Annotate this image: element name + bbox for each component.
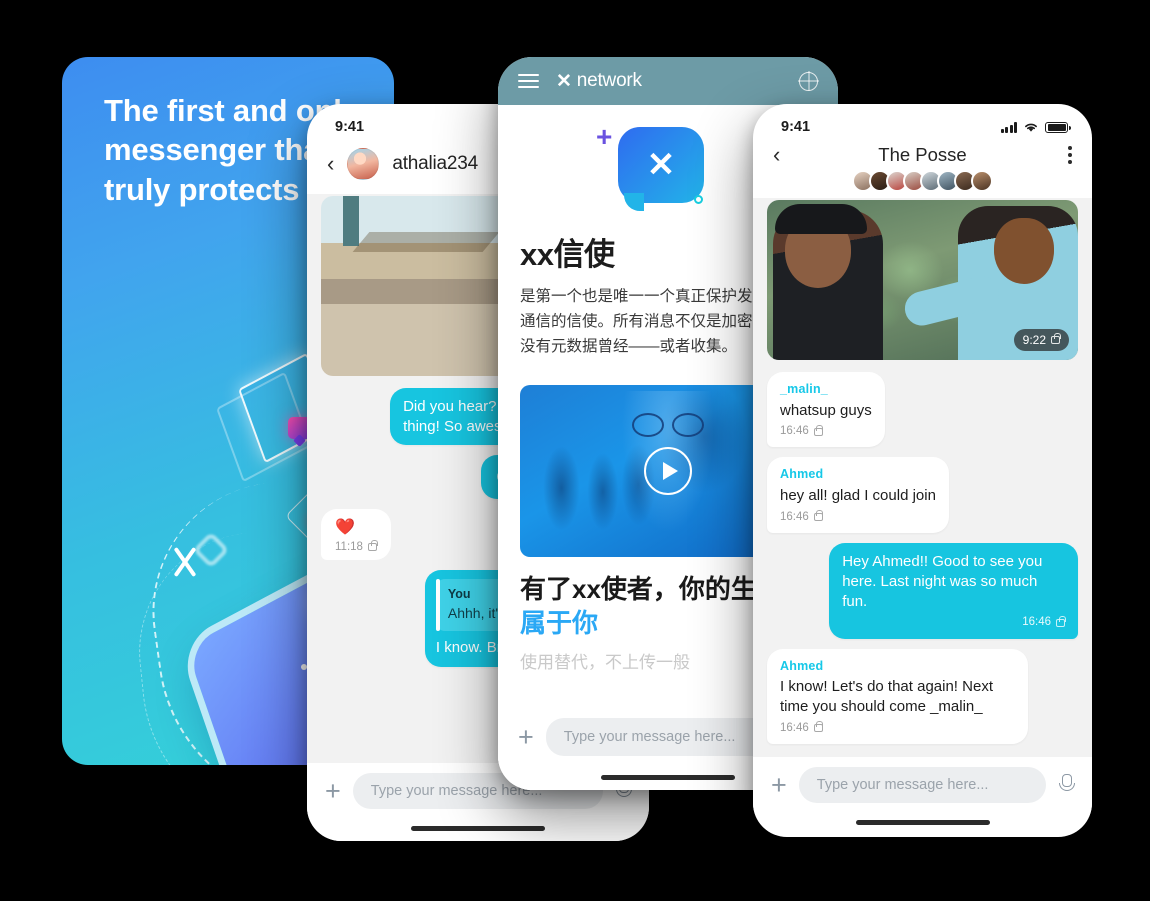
incoming-bubble[interactable]: Ahmed I know! Let's do that again! Next …: [767, 648, 1029, 744]
message-input-bar: + Type your message here...: [753, 757, 1092, 809]
glasses-icon: [632, 413, 704, 438]
message-list[interactable]: 9:22 _malin_ whatsup guys 16:46 Ahmed he…: [753, 198, 1092, 757]
logo-glyph: ✕: [646, 146, 676, 184]
status-time: 9:41: [335, 119, 365, 135]
photo-timestamp: 9:22: [1013, 329, 1069, 351]
microphone-icon[interactable]: [1058, 774, 1075, 796]
chat-title: athalia234: [392, 153, 479, 174]
avatar[interactable]: [347, 148, 380, 180]
message-row: Hey Ahmed!! Good to see you here. Last n…: [753, 542, 1092, 649]
message-text: hey all! glad I could join: [780, 486, 936, 504]
add-attachment-icon[interactable]: +: [518, 723, 534, 751]
group-header: ‹ The Posse: [753, 142, 1092, 198]
incoming-bubble[interactable]: Ahmed hey all! glad I could join 16:46: [767, 457, 949, 533]
message-row: _malin_ whatsup guys 16:46: [753, 372, 1092, 457]
message-row: Ahmed I know! Let's do that again! Next …: [753, 648, 1092, 754]
sender-name: Ahmed: [780, 467, 824, 482]
message-meta: 16:46: [780, 721, 1015, 736]
lock-icon: [367, 539, 378, 551]
lock-icon: [813, 721, 824, 733]
member-avatars[interactable]: [773, 170, 1072, 192]
message-meta: 16:46: [780, 424, 872, 439]
lock-icon: [1051, 333, 1061, 344]
battery-icon: [1045, 121, 1071, 133]
heading2-highlight: 属于你: [520, 607, 599, 638]
home-indicator: [753, 809, 1092, 835]
wifi-icon: [1025, 123, 1037, 132]
more-options-icon[interactable]: [1068, 146, 1072, 164]
message-meta: 11:18: [335, 539, 378, 553]
message-text: Hey Ahmed!! Good to see you here. Last n…: [842, 552, 1043, 610]
wireframe-cube-ghost-icon: [216, 371, 312, 483]
status-bar: 9:41: [753, 104, 1092, 142]
photo-message[interactable]: 9:22: [767, 200, 1078, 360]
app-logo-icon: ✕: [618, 127, 704, 211]
hamburger-menu-icon[interactable]: [518, 74, 539, 88]
sender-name: Ahmed: [780, 658, 824, 673]
message-input[interactable]: Type your message here...: [798, 767, 1046, 803]
brand-name: network: [576, 70, 642, 91]
x-logo-icon: [170, 547, 200, 577]
group-chat-phone: 9:41 ‹ The Posse 9:22 _malin_ whatsup gu…: [753, 104, 1092, 837]
group-title: The Posse: [878, 144, 967, 165]
lock-icon: [813, 424, 824, 436]
back-icon[interactable]: ‹: [327, 153, 334, 175]
outgoing-bubble[interactable]: Hey Ahmed!! Good to see you here. Last n…: [829, 542, 1078, 639]
heart-emoji: ❤️: [335, 518, 355, 536]
message-meta: 16:46: [842, 615, 1066, 630]
add-attachment-icon[interactable]: +: [325, 777, 341, 805]
lock-icon: [1056, 615, 1066, 627]
glow-square-icon: [192, 531, 230, 569]
home-indicator: [307, 815, 649, 841]
screenshot-stage: The first and only messenger that truly …: [0, 0, 1150, 901]
brand-logo[interactable]: ✕ network: [556, 70, 642, 93]
avatar: [971, 170, 993, 192]
lock-icon: [813, 510, 824, 522]
message-text: I know! Let's do that again! Next time y…: [780, 678, 993, 715]
ring-decoration-icon: [694, 195, 703, 204]
message-row: Ahmed hey all! glad I could join 16:46: [753, 457, 1092, 542]
heading2-part1: 有了xx使者，你的生活: [520, 574, 783, 605]
x-logo-icon: ✕: [556, 70, 572, 92]
status-time: 9:41: [781, 119, 811, 135]
sender-name: _malin_: [780, 382, 828, 396]
globe-icon[interactable]: [799, 71, 818, 91]
play-button-icon[interactable]: [644, 447, 692, 496]
message-text: whatsup guys: [780, 401, 872, 419]
plus-decoration-icon: +: [596, 121, 613, 152]
add-attachment-icon[interactable]: +: [771, 771, 787, 799]
reaction-bubble[interactable]: ❤️ 11:18: [321, 508, 391, 560]
incoming-bubble[interactable]: _malin_ whatsup guys 16:46: [767, 372, 885, 448]
web-header: ✕ network: [498, 57, 838, 105]
message-meta: 16:46: [780, 510, 936, 525]
signal-icon: [1000, 122, 1017, 133]
